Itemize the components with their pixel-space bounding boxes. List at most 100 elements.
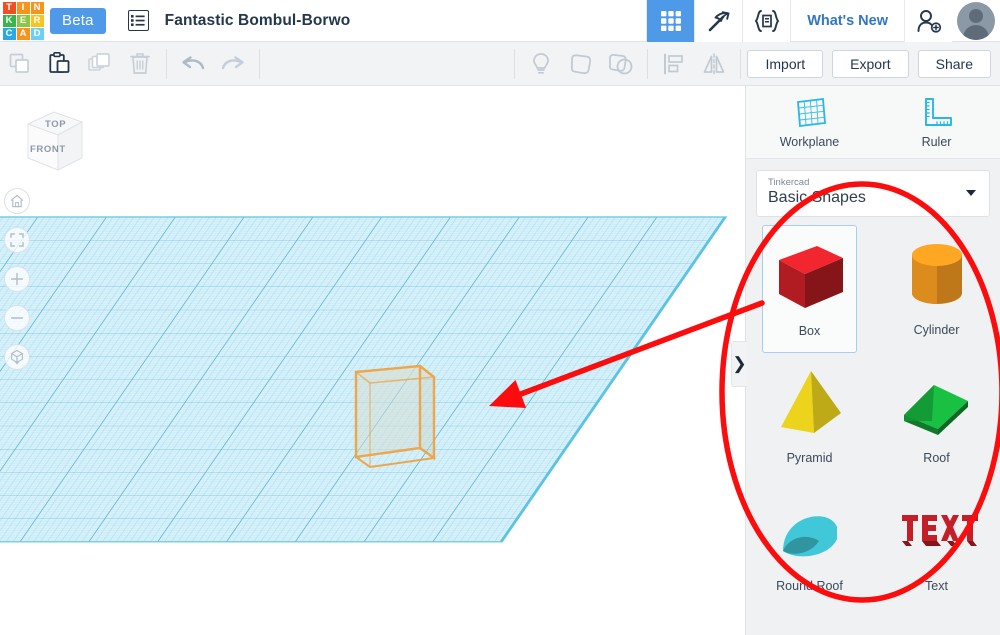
panel-tools: Workplane Ruler	[746, 86, 1000, 159]
trash-glyph	[130, 53, 150, 74]
shape-list: Box Cylinder Pyramid Roof Round Roof Tex…	[746, 225, 1000, 609]
shape-item-pyramid[interactable]: Pyramid	[746, 353, 873, 481]
logo-letter-e: E	[16, 14, 30, 27]
workplane-tool-label: Workplane	[779, 134, 840, 149]
shape-item-cylinder[interactable]: Cylinder	[873, 225, 1000, 353]
redo-icon[interactable]	[213, 42, 253, 86]
shape-item-roof[interactable]: Roof	[873, 353, 1000, 481]
copy-icon[interactable]	[0, 42, 40, 86]
beta-badge[interactable]: Beta	[50, 7, 106, 34]
group-glyph	[571, 53, 592, 74]
ruler-tool-label: Ruler	[921, 134, 952, 149]
toolbar-divider-5	[740, 48, 742, 79]
pickaxe-glyph	[708, 10, 730, 31]
whats-new-link[interactable]: What's New	[790, 0, 904, 42]
share-button[interactable]: Share	[917, 49, 991, 78]
align-icon[interactable]	[654, 42, 694, 86]
group-icon[interactable]	[561, 42, 601, 86]
paste-glyph	[49, 52, 70, 73]
text-shape-icon	[894, 491, 980, 576]
plus-icon	[10, 272, 24, 286]
import-button[interactable]: Import	[747, 49, 824, 78]
shape-item-label: Pyramid	[786, 451, 833, 465]
chevron-down-icon	[966, 190, 976, 196]
main-toolbar: Import Export Share	[0, 42, 1000, 86]
view-cube-glyph: TOP FRONT	[26, 111, 84, 171]
minus-icon	[10, 317, 24, 319]
list-menu-glyph	[131, 15, 145, 26]
shape-item-label: Round Roof	[776, 579, 843, 593]
zoom-out-button[interactable]	[4, 305, 30, 331]
view-cube-top-label: TOP	[45, 119, 66, 130]
shape-item-text[interactable]: Text	[873, 481, 1000, 609]
mirror-glyph	[704, 52, 725, 75]
page-title[interactable]: Fantastic Bombul-Borwo	[165, 12, 351, 30]
trash-icon[interactable]	[120, 42, 160, 86]
view-cube[interactable]: TOP FRONT	[20, 104, 90, 181]
shape-library-sup: Tinkercad	[768, 177, 810, 188]
lightbulb-icon[interactable]	[521, 42, 561, 86]
redo-glyph	[221, 55, 244, 69]
duplicate-glyph	[88, 52, 110, 71]
duplicate-icon[interactable]	[80, 42, 120, 86]
avatar[interactable]	[952, 0, 1000, 42]
shape-item-label: Text	[925, 579, 948, 593]
mirror-icon[interactable]	[694, 42, 734, 86]
ruler-tool[interactable]: Ruler	[873, 86, 1000, 158]
text-shape-icon	[901, 515, 978, 546]
paste-icon[interactable]	[40, 42, 80, 86]
code-blocks-icon[interactable]	[742, 0, 791, 42]
toolbar-divider-2	[259, 48, 260, 79]
box-shape-icon	[767, 236, 853, 321]
logo-letter-a: A	[16, 27, 30, 40]
roof-shape-icon	[894, 363, 980, 448]
logo-letter-t: T	[2, 1, 16, 14]
logo-letter-r: R	[30, 14, 44, 27]
logo-letter-i: I	[16, 1, 30, 14]
copy-glyph	[9, 53, 29, 73]
align-glyph	[664, 53, 684, 74]
roof-shape-icon	[903, 385, 968, 435]
avatar-image	[957, 1, 995, 40]
shape-item-round-roof[interactable]: Round Roof	[746, 481, 873, 609]
zoom-in-button[interactable]	[4, 266, 30, 292]
logo-letter-k: K	[2, 14, 16, 27]
cube-view-icon	[10, 349, 24, 365]
app-header: TINKERCAD Beta Fantastic Bombul-Borwo Wh…	[0, 0, 1000, 42]
shape-item-box[interactable]: Box	[762, 225, 857, 353]
add-person-icon[interactable]	[904, 0, 952, 42]
ruler-icon	[924, 97, 952, 126]
view-cube-front-label: FRONT	[30, 144, 66, 155]
home-icon	[10, 194, 24, 208]
home-view-button[interactable]	[4, 188, 30, 214]
workplane-tool[interactable]: Workplane	[746, 86, 873, 158]
logo-letter-d: D	[30, 27, 44, 40]
round-roof-shape-icon	[782, 516, 837, 557]
selected-box-object[interactable]	[0, 86, 745, 635]
pickaxe-icon[interactable]	[694, 0, 743, 42]
workplane-grid-icon	[796, 97, 826, 127]
logo-letter-grid: TIN KER CAD	[2, 1, 44, 40]
ortho-perspective-button[interactable]	[4, 344, 30, 370]
ungroup-icon[interactable]	[601, 42, 641, 86]
export-button[interactable]: Export	[832, 49, 909, 78]
ungroup-glyph	[609, 53, 633, 74]
shape-item-label: Box	[798, 324, 821, 338]
tinkercad-logo[interactable]: TIN KER CAD	[0, 0, 45, 42]
shape-item-label: Cylinder	[913, 323, 960, 337]
apps-grid-glyph	[660, 10, 681, 31]
add-person-glyph	[917, 9, 941, 33]
shape-library-name: Basic Shapes	[768, 189, 866, 206]
list-menu-icon[interactable]	[127, 10, 149, 31]
toolbar-divider	[166, 48, 167, 79]
fit-view-button[interactable]	[4, 227, 30, 253]
undo-icon[interactable]	[173, 42, 213, 86]
apps-grid-icon[interactable]	[646, 0, 695, 42]
box-shape-icon	[778, 246, 843, 308]
shape-library-select[interactable]: Tinkercad Basic Shapes	[756, 170, 990, 217]
panel-collapse-button[interactable]: ❯	[731, 341, 747, 387]
logo-letter-n: N	[30, 1, 44, 14]
3d-viewport[interactable]: Workplane TOP FRONT	[0, 86, 745, 635]
round-roof-shape-icon	[767, 491, 853, 576]
fit-brackets-icon	[10, 233, 24, 247]
